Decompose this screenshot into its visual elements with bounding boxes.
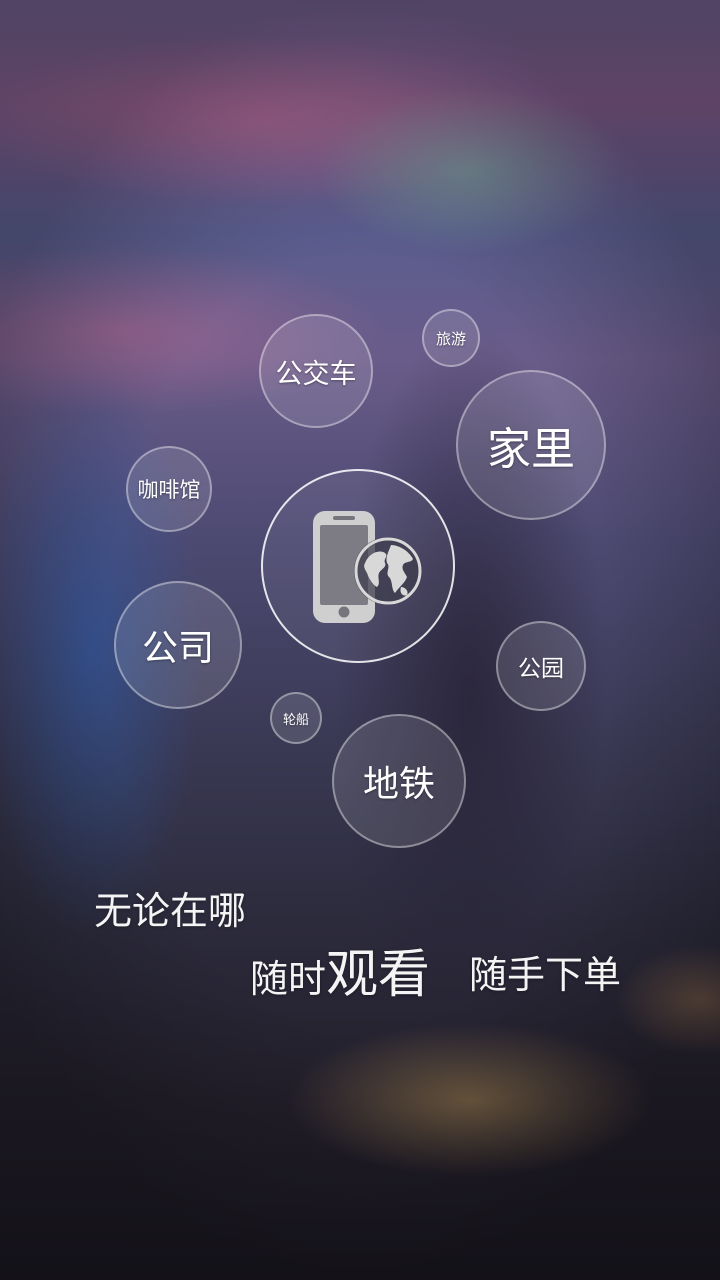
center-bubble[interactable] (261, 469, 455, 663)
tagline-line1-text: 无论在哪 (94, 889, 247, 933)
bubble-cafe-label: 咖啡馆 (137, 478, 201, 502)
bubble-ship[interactable]: 轮船 (270, 692, 322, 744)
bubble-ship-label: 轮船 (282, 712, 309, 728)
tagline-line2-emphasis: 观看 (326, 945, 431, 1005)
tagline-line2-prefix: 随时 (250, 957, 327, 1001)
tagline-line1: 无论在哪 (94, 880, 246, 935)
bubble-home[interactable]: 家里 (456, 370, 606, 520)
bubble-park-label: 公园 (518, 656, 564, 682)
tagline-line2: 随时观看 (250, 932, 430, 1007)
bubble-company[interactable]: 公司 (114, 581, 242, 709)
bubble-subway[interactable]: 地铁 (332, 714, 466, 848)
bubble-company-label: 公司 (141, 628, 214, 669)
bubble-travel[interactable]: 旅游 (422, 309, 480, 367)
bubble-subway-label: 地铁 (362, 764, 435, 805)
bubble-park[interactable]: 公园 (496, 621, 586, 711)
bubble-bus-label: 公交车 (275, 358, 357, 390)
bubble-travel-label: 旅游 (435, 329, 466, 348)
tagline-line2-suffix-block: 随手下单 (469, 944, 621, 999)
bubble-bus[interactable]: 公交车 (259, 314, 373, 428)
phone-globe-icon (313, 511, 422, 623)
bubble-cafe[interactable]: 咖啡馆 (126, 446, 212, 532)
bubble-home-label: 家里 (487, 424, 575, 475)
tagline-line2-suffix: 随手下单 (469, 953, 622, 997)
